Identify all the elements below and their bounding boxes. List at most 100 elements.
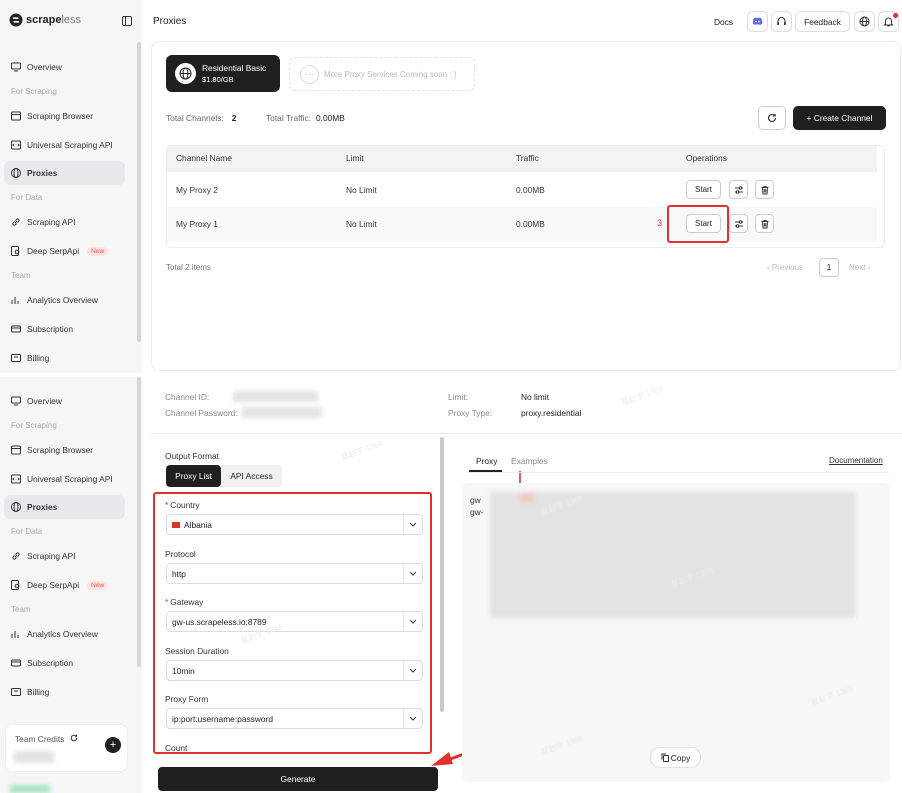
tab-examples[interactable]: Examples (511, 456, 548, 466)
brand-logo[interactable]: scrapeless (9, 13, 81, 27)
redacted-channel-password (242, 407, 322, 418)
add-credits-button[interactable]: + (105, 737, 121, 753)
notifications-button[interactable] (878, 11, 899, 32)
sidebar-item-scraping-api[interactable]: Scraping API (4, 210, 125, 234)
sidebar-scrollbar[interactable] (137, 42, 141, 342)
sidebar-item-scraping-browser[interactable]: Scraping Browser (4, 438, 125, 462)
sidebar-label: Overview (27, 396, 62, 406)
copy-label: Copy (670, 752, 691, 763)
section-for-data: For Data (11, 527, 43, 536)
sidebar-item-proxies[interactable]: Proxies (4, 495, 125, 519)
globe-icon (11, 168, 21, 178)
discord-button[interactable] (747, 11, 768, 32)
next-page[interactable]: Next › (849, 263, 870, 272)
headset-icon (777, 17, 786, 25)
column-header-traffic: Traffic (516, 153, 539, 163)
sidebar-label: Analytics Overview (27, 295, 98, 305)
delete-button[interactable] (755, 180, 774, 199)
browser-icon (11, 111, 21, 121)
documentation-link[interactable]: Documentation (829, 456, 883, 465)
sidebar-item-universal-api[interactable]: Universal Scraping API (4, 133, 125, 157)
delete-button[interactable] (755, 214, 774, 233)
proxy-line-2: gw- (470, 507, 484, 517)
copy-button[interactable]: Copy (650, 747, 701, 768)
sidebar-item-billing[interactable]: Billing (4, 680, 125, 704)
copy-icon (661, 753, 669, 762)
previous-page[interactable]: ‹ Previous (767, 263, 803, 272)
page-title: Proxies (153, 16, 187, 27)
sidebar-item-proxies[interactable]: Proxies (4, 161, 125, 185)
team-credits-label: Team Credits (15, 734, 65, 744)
refresh-icon (767, 113, 777, 123)
notification-dot (893, 13, 898, 18)
sidebar-item-analytics[interactable]: Analytics Overview (4, 288, 125, 312)
section-for-scraping: For Scraping (11, 87, 57, 96)
sidebar-item-deep-serpapi[interactable]: Deep SerpApi New (4, 239, 125, 263)
settings-button[interactable] (729, 180, 748, 199)
sidebar-item-deep-serpapi[interactable]: Deep SerpApi New (4, 573, 125, 597)
new-badge: New (87, 246, 109, 256)
sidebar-item-overview[interactable]: Overview (4, 55, 125, 79)
sidebar-label: Universal Scraping API (27, 140, 113, 150)
sidebar-bottom: Overview For Scraping Scraping Browser U… (0, 377, 142, 793)
more-icon: ··· (300, 64, 319, 84)
row-traffic: 0.00MB (516, 185, 545, 195)
sidebar-item-subscription[interactable]: Subscription (4, 651, 125, 675)
tab-proxy[interactable]: Proxy (476, 456, 497, 466)
sidebar-item-scraping-browser[interactable]: Scraping Browser (4, 104, 125, 128)
sidebar-label: Scraping API (27, 551, 76, 561)
collapse-sidebar-icon[interactable] (122, 16, 132, 26)
sliders-icon (734, 185, 743, 194)
proxy-card-name: Residential Basic (202, 63, 267, 73)
sidebar-item-scraping-api[interactable]: Scraping API (4, 544, 125, 568)
globe-icon (11, 502, 21, 512)
watermark: 葛赵宇 1368 (619, 383, 665, 408)
sidebar-item-overview[interactable]: Overview (4, 389, 125, 413)
row-channel-name: My Proxy 2 (176, 185, 218, 195)
limit-label: Limit: (448, 392, 469, 402)
refresh-icon[interactable] (70, 734, 78, 742)
form-scrollbar[interactable] (440, 437, 444, 712)
docs-link[interactable]: Docs (714, 17, 733, 27)
redacted-channel-id (233, 391, 318, 402)
create-channel-button[interactable]: + Create Channel (793, 106, 886, 130)
tabs-divider (468, 472, 889, 473)
tab-proxy-list[interactable]: Proxy List (166, 465, 221, 487)
feedback-button[interactable]: Feedback (795, 11, 850, 32)
residential-basic-card[interactable]: Residential Basic $1.80/GB (166, 55, 280, 92)
channel-id-label: Channel ID: (165, 392, 210, 402)
trash-icon (761, 185, 768, 194)
total-traffic: Total Traffic: 0.00MB (266, 113, 345, 123)
redacted-user (10, 785, 50, 793)
coming-soon-text: More Proxy Services Coming soon : ) (324, 69, 457, 79)
sidebar-item-analytics[interactable]: Analytics Overview (4, 622, 125, 646)
section-for-data: For Data (11, 193, 43, 202)
total-items: Total 2 items (166, 263, 211, 272)
trash-icon (761, 219, 768, 228)
refresh-button[interactable] (758, 106, 786, 130)
sidebar-label: Scraping API (27, 217, 76, 227)
language-button[interactable] (854, 11, 875, 32)
sidebar-item-billing[interactable]: Billing (4, 346, 125, 370)
sidebar-label: Subscription (27, 658, 74, 668)
sidebar-item-subscription[interactable]: Subscription (4, 317, 125, 341)
sidebar-label: Deep SerpApi (27, 246, 80, 256)
start-button[interactable]: Start (686, 180, 721, 199)
settings-button[interactable] (729, 214, 748, 233)
support-button[interactable] (771, 11, 792, 32)
output-format-tabs: Proxy List API Access (166, 465, 282, 487)
page-1[interactable]: 1 (819, 258, 839, 277)
globe-icon (859, 16, 870, 27)
discord-icon (752, 17, 763, 25)
sidebar-item-universal-api[interactable]: Universal Scraping API (4, 467, 125, 491)
sidebar-top: scrapeless Overview For Scraping Scrapin… (0, 0, 142, 373)
link-icon (12, 218, 20, 226)
sidebar-label: Scraping Browser (27, 111, 94, 121)
sidebar-label: Proxies (27, 502, 58, 512)
generate-button[interactable]: Generate (158, 767, 438, 791)
sidebar-label: Billing (27, 353, 50, 363)
proxy-type-label: Proxy Type: (448, 408, 493, 418)
receipt-icon (11, 688, 21, 696)
sidebar-scrollbar[interactable] (137, 377, 141, 667)
tab-api-access[interactable]: API Access (221, 465, 282, 487)
